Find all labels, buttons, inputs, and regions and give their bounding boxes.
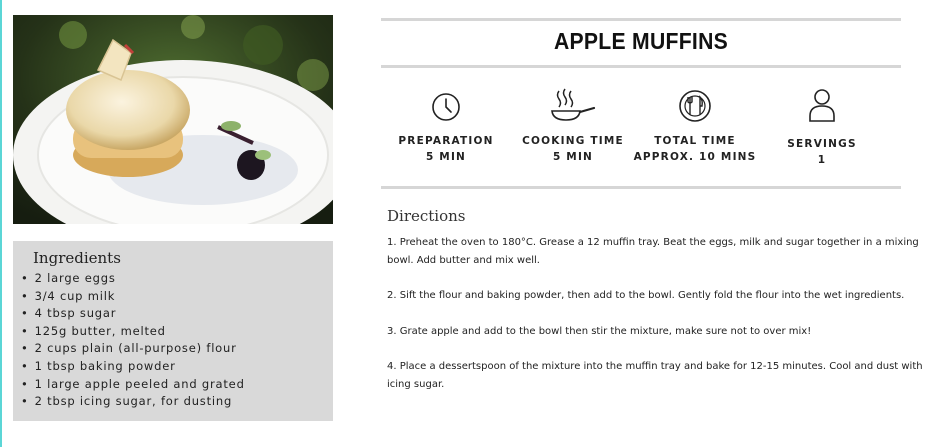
stat-cooking-time: COOKING TIME 5 MIN: [503, 83, 643, 165]
stats-divider: [381, 186, 901, 189]
stat-value: 5 MIN: [552, 151, 594, 163]
stat-total-time: TOTAL TIME APPROX. 10 MINS: [625, 83, 765, 165]
stat-value: 1: [817, 154, 827, 166]
direction-step: 4. Place a dessertspoon of the mixture i…: [387, 361, 923, 390]
stat-preparation: PREPARATION 5 MIN: [376, 83, 516, 165]
plate-cutlery-icon: [679, 90, 711, 122]
ingredient-item: 2 large eggs: [21, 270, 333, 288]
frying-pan-icon: [551, 88, 596, 121]
stat-value: 5 MIN: [425, 151, 467, 163]
ingredient-item: 1 tbsp baking powder: [21, 358, 333, 376]
clock-icon: [432, 93, 460, 121]
ingredient-item: 125g butter, melted: [21, 323, 333, 341]
person-icon: [809, 89, 835, 122]
recipe-title: APPLE MUFFINS: [553, 28, 729, 54]
title-divider: [381, 65, 901, 68]
ingredient-item: 2 tbsp icing sugar, for dusting: [21, 393, 333, 411]
stat-label: COOKING TIME: [522, 135, 624, 147]
ingredients-title: Ingredients: [33, 249, 121, 267]
directions-steps: 1. Preheat the oven to 180°C. Grease a 1…: [387, 234, 932, 411]
stat-label: PREPARATION: [398, 135, 494, 147]
direction-step: 1. Preheat the oven to 180°C. Grease a 1…: [387, 237, 919, 266]
direction-step: 2. Sift the flour and baking powder, the…: [387, 290, 905, 301]
ingredients-panel: Ingredients 2 large eggs 3/4 cup milk 4 …: [13, 241, 333, 421]
muffin-photo: [13, 15, 333, 224]
ingredient-item: 3/4 cup milk: [21, 288, 333, 306]
ingredient-item: 2 cups plain (all-purpose) flour: [21, 340, 333, 358]
ingredients-list: 2 large eggs 3/4 cup milk 4 tbsp sugar 1…: [13, 270, 333, 411]
stat-value: APPROX. 10 MINS: [633, 151, 757, 163]
stat-label: TOTAL TIME: [654, 135, 736, 147]
directions-title: Directions: [387, 207, 466, 225]
stat-servings: SERVINGS 1: [752, 83, 892, 168]
left-accent-border: [0, 0, 2, 447]
top-divider: [381, 18, 901, 21]
ingredient-item: 1 large apple peeled and grated: [21, 376, 333, 394]
stat-label: SERVINGS: [787, 138, 857, 150]
ingredient-item: 4 tbsp sugar: [21, 305, 333, 323]
direction-step: 3. Grate apple and add to the bowl then …: [387, 325, 812, 337]
